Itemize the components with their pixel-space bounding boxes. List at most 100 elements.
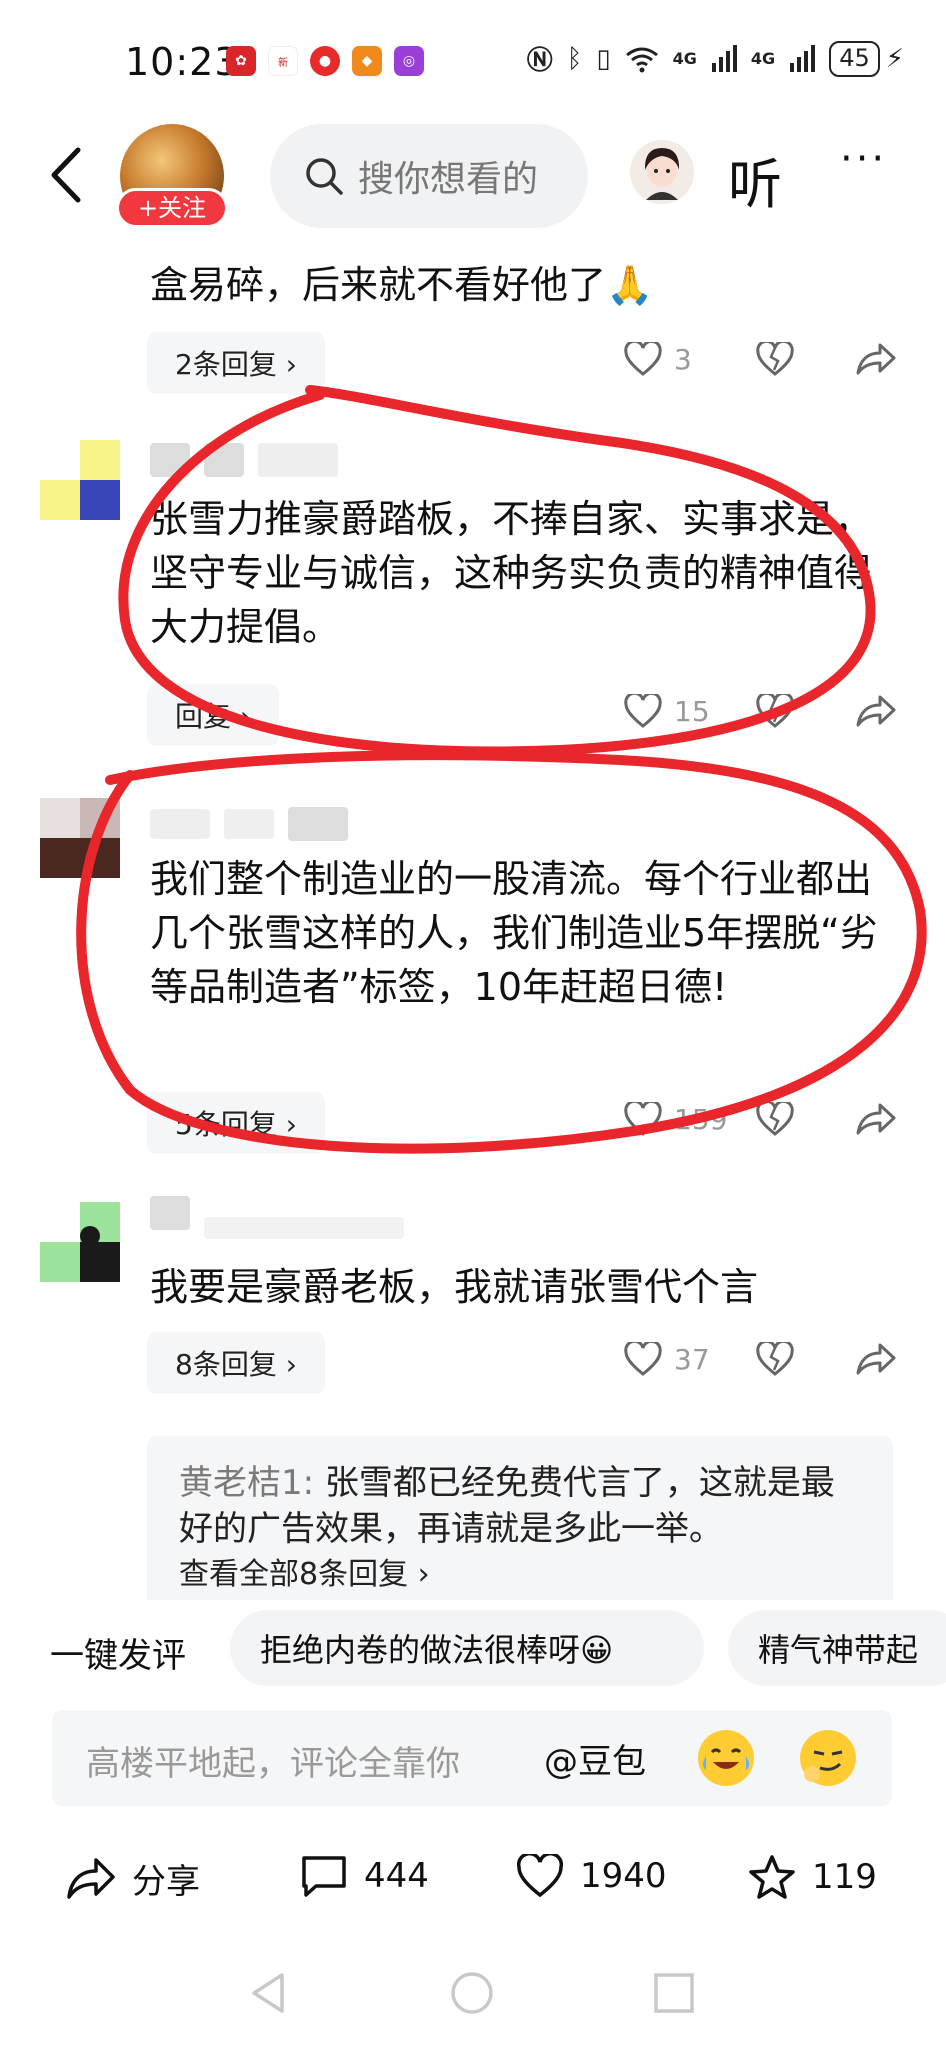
crying-laugh-emoji-button[interactable] bbox=[698, 1730, 754, 1786]
like-button[interactable]: 3 bbox=[624, 342, 756, 376]
heart-icon bbox=[624, 1102, 662, 1136]
quick-comment-chip[interactable]: 精气神带起 bbox=[728, 1610, 946, 1686]
charging-icon: ⚡ bbox=[885, 43, 904, 74]
comment-text: 我要是豪爵老板，我就请张雪代个言 bbox=[150, 1265, 759, 1309]
chevron-left-icon bbox=[51, 147, 81, 203]
heart-icon bbox=[516, 1854, 564, 1898]
broken-heart-icon bbox=[756, 342, 794, 376]
assistant-avatar[interactable] bbox=[630, 140, 694, 204]
broken-heart-icon bbox=[756, 694, 794, 728]
bottom-action-bar: 分享 444 1940 119 bbox=[0, 1840, 946, 1920]
wifi-icon bbox=[625, 47, 658, 72]
nav-recents-button[interactable] bbox=[652, 1971, 696, 2019]
like-count: 37 bbox=[674, 1342, 710, 1376]
comment-bubble-icon bbox=[302, 1856, 346, 1897]
view-replies-button[interactable]: 2条回复 › bbox=[147, 332, 325, 394]
like-button[interactable]: 37 bbox=[624, 1342, 756, 1376]
dislike-button[interactable] bbox=[756, 342, 856, 376]
purple-app-icon: ◎ bbox=[394, 46, 424, 76]
follow-button[interactable]: +关注 bbox=[116, 188, 228, 228]
share-comment-button[interactable] bbox=[856, 1102, 896, 1136]
nav-home-button[interactable] bbox=[450, 1971, 494, 2019]
comment-actions: 15 bbox=[624, 694, 896, 728]
comment-input[interactable]: 高楼平地起，评论全靠你 @豆包 bbox=[52, 1710, 892, 1806]
comment-text: 张雪力推豪爵踏板，不捧自家、实事求是，坚守专业与诚信，这种务实负责的精神值得大力… bbox=[150, 497, 873, 649]
quick-comment-row: 一键发评 拒绝内卷的做法很棒呀😀 精气神带起 bbox=[0, 1610, 946, 1690]
commenter-avatar[interactable] bbox=[40, 798, 120, 878]
commenter-name bbox=[150, 1196, 404, 1248]
status-right: Ⓝ ᛒ ▯ 4G 4G 45 ⚡ bbox=[527, 40, 904, 77]
circle-home-icon bbox=[451, 1972, 493, 2014]
dislike-button[interactable] bbox=[756, 694, 856, 728]
comment-list: 盒易碎，后来就不看好他了🙏 2条回复 › 3 张雪力推豪爵踏板，不捧自家、实事求… bbox=[0, 230, 946, 1600]
search-box[interactable]: 搜你想看的 bbox=[270, 124, 588, 228]
nav-back-button[interactable] bbox=[248, 1971, 288, 2019]
comment-actions: 3 bbox=[624, 342, 896, 376]
orange-app-icon: ◆ bbox=[352, 46, 382, 76]
like-button[interactable]: 15 bbox=[624, 694, 756, 728]
sub-reply-box[interactable]: 黄老桔1: 张雪都已经免费代言了，这就是最好的广告效果，再请就是多此一举。 查看… bbox=[147, 1436, 893, 1600]
share-label: 分享 bbox=[132, 1862, 200, 1902]
mention-doubao-button[interactable]: @豆包 bbox=[544, 1734, 646, 1783]
square-recents-icon bbox=[654, 1973, 694, 2013]
back-button[interactable] bbox=[40, 140, 90, 210]
like-count: 15 bbox=[674, 694, 710, 728]
news-app-icon: 新 bbox=[268, 46, 298, 76]
listen-button[interactable]: 听 bbox=[728, 140, 782, 219]
share-icon bbox=[67, 1857, 115, 1899]
status-bar: 10:23 ✿ 新 ● ◆ ◎ Ⓝ ᛒ ▯ 4G 4G 45 ⚡ bbox=[0, 0, 946, 120]
like-count: 3 bbox=[674, 342, 692, 376]
broken-heart-icon bbox=[756, 1342, 794, 1376]
crying-laugh-emoji-icon bbox=[700, 1732, 752, 1784]
network-label-1: 4G bbox=[672, 49, 697, 68]
share-icon bbox=[856, 695, 896, 727]
more-button[interactable]: ··· bbox=[840, 136, 887, 182]
comment-count: 444 bbox=[364, 1856, 429, 1896]
triangle-back-icon bbox=[252, 1973, 284, 2013]
commenter-avatar[interactable] bbox=[40, 440, 120, 520]
share-icon bbox=[856, 1343, 896, 1375]
commenter-name bbox=[150, 804, 348, 844]
red-app-icon: ● bbox=[310, 46, 340, 76]
commenter-avatar[interactable] bbox=[40, 1202, 120, 1282]
smirk-emoji-button[interactable] bbox=[800, 1730, 856, 1786]
dislike-button[interactable] bbox=[756, 1102, 856, 1136]
signal-icon-2 bbox=[790, 44, 816, 72]
search-placeholder[interactable]: 搜你想看的 bbox=[358, 150, 542, 202]
share-comment-button[interactable] bbox=[856, 694, 896, 728]
share-comment-button[interactable] bbox=[856, 342, 896, 376]
quick-comment-label: 一键发评 bbox=[50, 1636, 186, 1676]
like-button[interactable]: 159 bbox=[624, 1102, 756, 1136]
pixel-avatar-icon bbox=[40, 440, 120, 520]
like-post-count: 1940 bbox=[580, 1856, 667, 1896]
huawei-app-icon: ✿ bbox=[226, 46, 256, 76]
network-label-2: 4G bbox=[750, 49, 776, 68]
sub-reply-author[interactable]: 黄老桔1: bbox=[179, 1463, 314, 1503]
commenter-name bbox=[150, 440, 338, 480]
bluetooth-icon: ᛒ bbox=[566, 43, 583, 74]
comment-input-placeholder[interactable]: 高楼平地起，评论全靠你 bbox=[86, 1736, 460, 1785]
like-post-button[interactable]: 1940 bbox=[516, 1854, 667, 1898]
search-icon bbox=[306, 158, 343, 195]
view-replies-button[interactable]: 5条回复 › bbox=[147, 1092, 325, 1154]
share-button[interactable]: 分享 bbox=[66, 1854, 200, 1903]
star-icon bbox=[749, 1855, 795, 1899]
broken-heart-icon bbox=[756, 1102, 794, 1136]
reply-button[interactable]: 回复 › bbox=[147, 684, 280, 746]
system-nav-bar bbox=[0, 1955, 946, 2035]
author-avatar-wrap[interactable]: +关注 bbox=[116, 124, 230, 234]
view-all-replies-link[interactable]: 查看全部8条回复 › bbox=[179, 1552, 861, 1598]
nfc-icon: Ⓝ bbox=[526, 46, 553, 76]
comments-button[interactable]: 444 bbox=[300, 1854, 429, 1898]
status-time: 10:23 bbox=[125, 40, 240, 84]
view-replies-button[interactable]: 8条回复 › bbox=[147, 1332, 325, 1394]
dislike-button[interactable] bbox=[756, 1342, 856, 1376]
favorite-button[interactable]: 119 bbox=[748, 1854, 877, 1900]
share-comment-button[interactable] bbox=[856, 1342, 896, 1376]
heart-icon bbox=[624, 1342, 662, 1376]
quick-comment-chip[interactable]: 拒绝内卷的做法很棒呀😀 bbox=[230, 1610, 704, 1686]
pixel-avatar-icon bbox=[40, 1202, 120, 1282]
share-icon bbox=[856, 343, 896, 375]
girl-avatar-icon bbox=[630, 140, 694, 204]
comment-text: 我们整个制造业的一股清流。每个行业都出几个张雪这样的人，我们制造业5年摆脱“劣等… bbox=[150, 857, 878, 1009]
